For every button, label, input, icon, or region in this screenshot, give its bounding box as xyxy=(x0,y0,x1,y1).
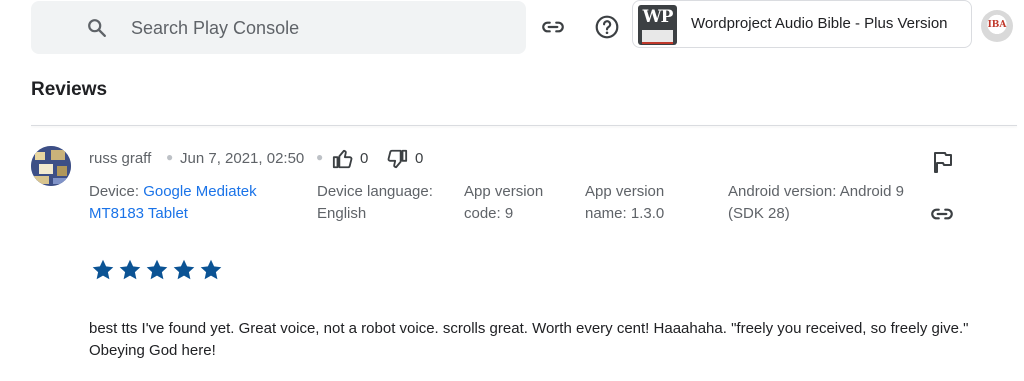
divider xyxy=(31,125,1017,126)
star-icon xyxy=(119,259,141,280)
app-selector[interactable]: WP Wordproject Audio Bible - Plus Versio… xyxy=(632,0,972,48)
thumbs-down-icon[interactable] xyxy=(386,148,408,170)
version-code-info: App version code: 9 xyxy=(464,181,574,225)
copy-link-icon[interactable] xyxy=(929,201,955,227)
version-code-label: App version code: xyxy=(464,183,544,222)
search-bar[interactable] xyxy=(31,1,526,54)
page-title: Reviews xyxy=(31,79,108,100)
separator-dot: ● xyxy=(316,150,324,164)
search-input[interactable] xyxy=(131,15,511,41)
review-text: best tts I've found yet. Great voice, no… xyxy=(89,320,969,359)
android-label: Android version: xyxy=(728,183,837,200)
star-icon xyxy=(200,259,222,280)
star-icon xyxy=(146,259,168,280)
version-name-value: 1.3.0 xyxy=(630,205,665,222)
review-date: Jun 7, 2021, 02:50 xyxy=(180,150,305,167)
avatar-text: IBA xyxy=(987,20,1007,30)
search-icon xyxy=(88,19,106,37)
link-icon[interactable] xyxy=(540,14,566,40)
device-info: Device: Google Mediatek MT8183 Tablet xyxy=(89,181,289,225)
device-label: Device: xyxy=(89,183,140,200)
language-value: English xyxy=(317,205,367,222)
star-rating xyxy=(91,258,223,282)
star-icon xyxy=(92,259,114,280)
separator-dot: ● xyxy=(166,150,174,164)
app-name: Wordproject Audio Bible - Plus Version xyxy=(691,15,948,32)
reviewer-avatar xyxy=(31,146,71,186)
language-info: Device language: English xyxy=(317,181,457,225)
version-name-info: App version name: 1.3.0 xyxy=(585,181,695,225)
version-code-value: 9 xyxy=(504,205,514,222)
account-avatar[interactable]: IBA xyxy=(981,10,1013,42)
thumbs-down-count: 0 xyxy=(415,150,424,167)
app-logo: WP xyxy=(638,5,677,45)
app-logo-text: WP xyxy=(642,7,674,27)
language-label: Device language: xyxy=(317,183,433,200)
thumbs-up-count: 0 xyxy=(360,150,369,167)
star-icon xyxy=(173,259,195,280)
android-version-info: Android version: Android 9 (SDK 28) xyxy=(728,181,913,225)
review-author: russ graff xyxy=(89,150,152,167)
thumbs-up-icon[interactable] xyxy=(332,148,354,170)
flag-icon[interactable] xyxy=(930,150,954,174)
help-icon[interactable] xyxy=(594,14,620,40)
